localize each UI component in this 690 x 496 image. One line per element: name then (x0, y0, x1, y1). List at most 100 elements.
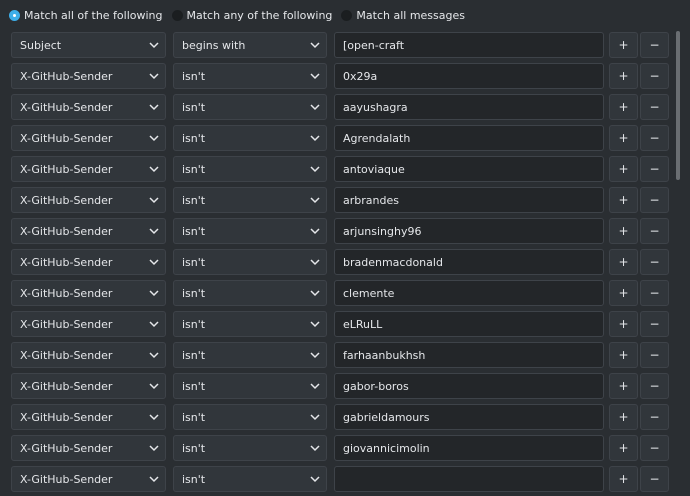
minus-icon: − (649, 38, 660, 52)
operator-select[interactable]: isn't (173, 466, 327, 492)
chevron-down-icon (310, 290, 320, 297)
field-select[interactable]: X-GitHub-Sender (11, 94, 166, 120)
operator-select[interactable]: isn't (173, 373, 327, 399)
remove-rule-button[interactable]: − (640, 280, 669, 306)
minus-icon: − (649, 472, 660, 486)
value-input[interactable]: 0x29a (334, 63, 604, 89)
operator-select[interactable]: isn't (173, 187, 327, 213)
add-rule-button[interactable]: + (609, 342, 638, 368)
operator-select-value: isn't (182, 286, 206, 300)
field-select-value: X-GitHub-Sender (20, 317, 113, 331)
remove-rule-button[interactable]: − (640, 435, 669, 461)
field-select[interactable]: X-GitHub-Sender (11, 218, 166, 244)
operator-select[interactable]: isn't (173, 63, 327, 89)
operator-select-value: isn't (182, 317, 206, 331)
operator-select[interactable]: isn't (173, 156, 327, 182)
remove-rule-button[interactable]: − (640, 156, 669, 182)
add-rule-button[interactable]: + (609, 466, 638, 492)
add-rule-button[interactable]: + (609, 218, 638, 244)
field-select[interactable]: X-GitHub-Sender (11, 342, 166, 368)
value-input[interactable]: clemente (334, 280, 604, 306)
value-input[interactable]: antoviaque (334, 156, 604, 182)
remove-rule-button[interactable]: − (640, 466, 669, 492)
remove-rule-button[interactable]: − (640, 63, 669, 89)
operator-select[interactable]: isn't (173, 94, 327, 120)
field-select[interactable]: Subject (11, 32, 166, 58)
match-all-messages-radio[interactable]: Match all messages (341, 9, 465, 22)
remove-rule-button[interactable]: − (640, 94, 669, 120)
remove-rule-button[interactable]: − (640, 373, 669, 399)
operator-select-value: isn't (182, 100, 206, 114)
rule-row: X-GitHub-Sender isn't arbrandes + − (9, 186, 673, 217)
remove-rule-button[interactable]: − (640, 187, 669, 213)
value-input[interactable]: aayushagra (334, 94, 604, 120)
add-rule-button[interactable]: + (609, 373, 638, 399)
value-input-text: 0x29a (343, 69, 378, 83)
add-rule-button[interactable]: + (609, 32, 638, 58)
remove-rule-button[interactable]: − (640, 311, 669, 337)
add-rule-button[interactable]: + (609, 435, 638, 461)
value-input[interactable]: gabor-boros (334, 373, 604, 399)
operator-select[interactable]: isn't (173, 342, 327, 368)
minus-icon: − (649, 255, 660, 269)
field-select[interactable]: X-GitHub-Sender (11, 187, 166, 213)
add-rule-button[interactable]: + (609, 404, 638, 430)
operator-select[interactable]: begins with (173, 32, 327, 58)
value-input[interactable]: giovannicimolin (334, 435, 604, 461)
add-rule-button[interactable]: + (609, 156, 638, 182)
radio-unchecked-icon (171, 9, 183, 21)
chevron-down-icon (149, 166, 159, 173)
field-select[interactable]: X-GitHub-Sender (11, 63, 166, 89)
remove-rule-button[interactable]: − (640, 404, 669, 430)
operator-select[interactable]: isn't (173, 249, 327, 275)
chevron-down-icon (310, 321, 320, 328)
add-rule-button[interactable]: + (609, 125, 638, 151)
field-select[interactable]: X-GitHub-Sender (11, 249, 166, 275)
remove-rule-button[interactable]: − (640, 249, 669, 275)
vertical-scrollbar[interactable] (674, 31, 683, 469)
value-input[interactable]: farhaanbukhsh (334, 342, 604, 368)
add-rule-button[interactable]: + (609, 249, 638, 275)
field-select[interactable]: X-GitHub-Sender (11, 435, 166, 461)
match-all-radio[interactable]: Match all of the following (9, 9, 163, 22)
field-select[interactable]: X-GitHub-Sender (11, 311, 166, 337)
field-select[interactable]: X-GitHub-Sender (11, 156, 166, 182)
add-rule-button[interactable]: + (609, 63, 638, 89)
chevron-down-icon (310, 445, 320, 452)
operator-select[interactable]: isn't (173, 125, 327, 151)
remove-rule-button[interactable]: − (640, 218, 669, 244)
operator-select[interactable]: isn't (173, 218, 327, 244)
value-input[interactable]: arjunsinghy96 (334, 218, 604, 244)
plus-icon: + (618, 441, 629, 455)
value-input[interactable]: Agrendalath (334, 125, 604, 151)
field-select[interactable]: X-GitHub-Sender (11, 466, 166, 492)
operator-select[interactable]: isn't (173, 404, 327, 430)
field-select[interactable]: X-GitHub-Sender (11, 280, 166, 306)
add-rule-button[interactable]: + (609, 311, 638, 337)
add-rule-button[interactable]: + (609, 280, 638, 306)
rule-row: X-GitHub-Sender isn't arjunsinghy96 + − (9, 217, 673, 248)
operator-select-value: begins with (182, 38, 246, 52)
minus-icon: − (649, 131, 660, 145)
value-input[interactable]: [open-craft (334, 32, 604, 58)
remove-rule-button[interactable]: − (640, 32, 669, 58)
value-input[interactable]: bradenmacdonald (334, 249, 604, 275)
match-any-radio[interactable]: Match any of the following (171, 9, 332, 22)
field-select[interactable]: X-GitHub-Sender (11, 125, 166, 151)
field-select[interactable]: X-GitHub-Sender (11, 373, 166, 399)
field-select-value: X-GitHub-Sender (20, 224, 113, 238)
field-select[interactable]: X-GitHub-Sender (11, 404, 166, 430)
value-input[interactable]: gabrieldamours (334, 404, 604, 430)
operator-select[interactable]: isn't (173, 311, 327, 337)
remove-rule-button[interactable]: − (640, 342, 669, 368)
operator-select[interactable]: isn't (173, 435, 327, 461)
scrollbar-thumb[interactable] (676, 31, 680, 180)
chevron-down-icon (149, 414, 159, 421)
remove-rule-button[interactable]: − (640, 125, 669, 151)
add-rule-button[interactable]: + (609, 187, 638, 213)
value-input[interactable]: eLRuLL (334, 311, 604, 337)
add-rule-button[interactable]: + (609, 94, 638, 120)
operator-select[interactable]: isn't (173, 280, 327, 306)
value-input[interactable] (334, 466, 604, 492)
value-input[interactable]: arbrandes (334, 187, 604, 213)
